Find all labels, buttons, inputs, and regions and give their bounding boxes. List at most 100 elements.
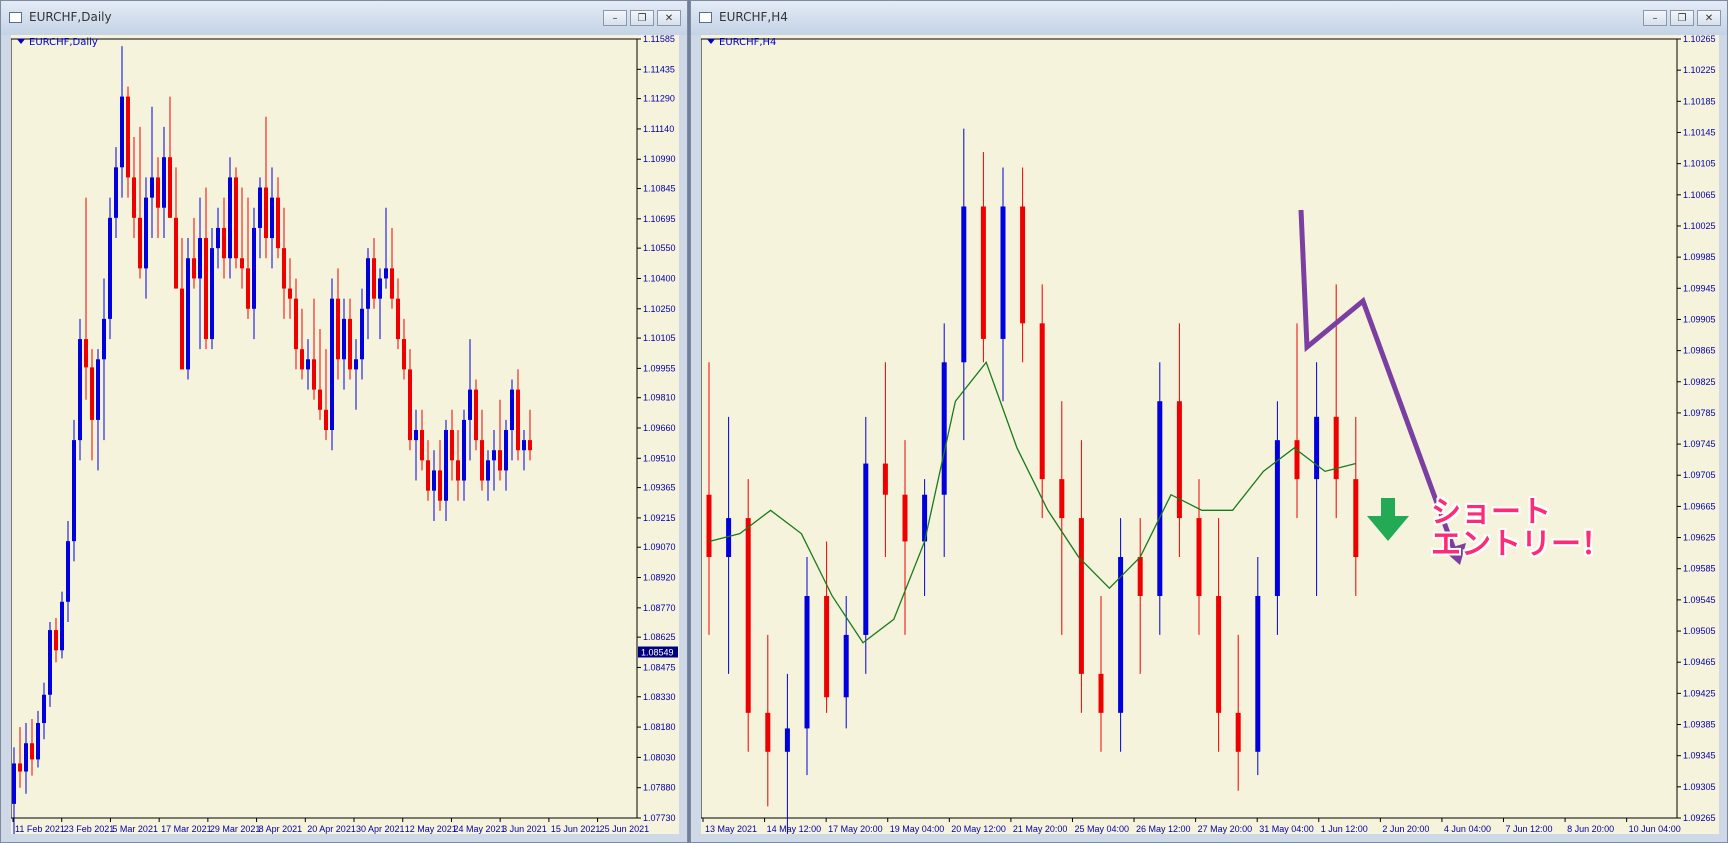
candle-body: [144, 197, 148, 269]
candle-body: [12, 763, 16, 804]
x-tick-label: 26 May 12:00: [1136, 824, 1191, 834]
x-tick-label: 25 Jun 2021: [600, 824, 650, 834]
candle-body: [522, 440, 526, 451]
chart-area[interactable]: 1.11585 1.11435 1.11290 1.11140 1.10990 1.108…: [11, 35, 679, 834]
window-daily[interactable]: EURCHF,Daily – ❐ ✕ 1.11585 1.11435 1.11290…: [0, 0, 688, 843]
candle-body: [210, 248, 214, 340]
x-tick-label: 3 Jun 2021: [502, 824, 547, 834]
chart-symbol-label[interactable]: EURCHF,Daily: [17, 37, 98, 48]
y-tick-label: 1.10105: [1683, 159, 1716, 169]
x-tick-label: 4 Jun 04:00: [1444, 824, 1491, 834]
y-tick-label: 1.09625: [1683, 533, 1716, 543]
candle-body: [276, 197, 280, 249]
y-tick-label: 1.10225: [1683, 65, 1716, 75]
candle-body: [150, 177, 154, 198]
candle-body: [510, 389, 514, 431]
y-tick-label: 1.09945: [1683, 283, 1716, 293]
restore-button[interactable]: ❐: [630, 10, 654, 26]
y-tick-label: 1.09265: [1683, 813, 1716, 823]
y-tick-label: 1.10550: [643, 243, 676, 253]
y-tick-label: 1.08330: [643, 692, 676, 702]
candle-body: [1353, 479, 1359, 558]
candle-body: [426, 460, 430, 491]
x-tick-label: 30 Apr 2021: [356, 824, 405, 834]
y-tick-label: 1.09465: [1683, 657, 1716, 667]
y-tick-label: 1.10025: [1683, 221, 1716, 231]
candle-body: [366, 258, 370, 309]
candle-body: [72, 440, 76, 542]
candle-body: [156, 177, 160, 208]
annotation-line-2: エントリー！: [1431, 527, 1611, 562]
candle-body: [66, 541, 70, 602]
minimize-button[interactable]: –: [1643, 10, 1667, 26]
candle-body: [824, 595, 830, 698]
candle-body: [120, 96, 124, 168]
y-tick-label: 1.10265: [1683, 35, 1716, 44]
x-tick-label: 24 May 2021: [453, 824, 505, 834]
restore-button[interactable]: ❐: [1670, 10, 1694, 26]
candle-body: [318, 389, 322, 410]
daily-candlestick-chart[interactable]: 1.11585 1.11435 1.11290 1.11140 1.10990 1.108…: [11, 35, 679, 834]
window-h4[interactable]: EURCHF,H4 – ❐ ✕ 1.10265 1.10225 1.10185 1.1…: [690, 0, 1728, 843]
dropdown-triangle-icon: [707, 39, 715, 44]
x-tick-label: 15 Jun 2021: [551, 824, 601, 834]
candle-body: [294, 298, 298, 350]
y-tick-label: 1.08770: [643, 603, 676, 613]
candle-body: [54, 630, 58, 651]
minimize-button[interactable]: –: [603, 10, 627, 26]
close-button[interactable]: ✕: [657, 10, 681, 26]
annotation-line-1: ショート: [1431, 495, 1551, 530]
current-price-label: 1.08549: [641, 648, 674, 658]
y-tick-label: 1.09745: [1683, 439, 1716, 449]
x-tick-label: 17 Mar 2021: [161, 824, 212, 834]
y-tick-label: 1.08625: [643, 632, 676, 642]
x-tick-label: 13 May 2021: [705, 824, 757, 834]
candle-body: [306, 359, 310, 370]
candle-body: [804, 595, 810, 729]
candle-body: [745, 518, 751, 713]
candle-body: [414, 430, 418, 441]
x-tick-label: 10 Jun 04:00: [1629, 824, 1681, 834]
candle-body: [1294, 440, 1300, 480]
y-tick-label: 1.10695: [643, 214, 676, 224]
candle-body: [222, 227, 226, 259]
candle-body: [384, 268, 388, 279]
y-tick-label: 1.10145: [1683, 127, 1716, 137]
candle-body: [450, 430, 454, 461]
candle-body: [252, 227, 256, 309]
candle-body: [504, 430, 508, 471]
y-tick-label: 1.08180: [643, 722, 676, 732]
close-button[interactable]: ✕: [1697, 10, 1721, 26]
y-tick-label: 1.09505: [1683, 626, 1716, 636]
candle-body: [1314, 416, 1320, 480]
candle-body: [96, 359, 100, 420]
candle-body: [90, 367, 94, 420]
candle-body: [18, 763, 22, 772]
y-tick-label: 1.10250: [643, 304, 676, 314]
y-tick-label: 1.10185: [1683, 96, 1716, 106]
x-tick-label: 8 Jun 20:00: [1567, 824, 1614, 834]
y-tick-label: 1.09785: [1683, 408, 1716, 418]
y-tick-label: 1.10400: [643, 273, 676, 283]
candle-body: [36, 723, 40, 760]
candle-body: [863, 463, 869, 635]
candle-body: [1039, 323, 1045, 480]
candle-body: [102, 318, 106, 360]
candle-body: [192, 258, 196, 279]
y-tick-label: 1.07880: [643, 783, 676, 793]
candle-body: [1216, 595, 1222, 713]
x-tick-label: 27 May 20:00: [1198, 824, 1253, 834]
chart-area[interactable]: 1.10265 1.10225 1.10185 1.10145 1.10105 1.100…: [701, 35, 1719, 834]
x-tick-label: 14 May 12:00: [767, 824, 822, 834]
y-tick-label: 1.11585: [643, 35, 675, 44]
window-titlebar[interactable]: EURCHF,H4 – ❐ ✕: [691, 1, 1727, 35]
candle-body: [432, 470, 436, 491]
h4-candlestick-chart[interactable]: 1.10265 1.10225 1.10185 1.10145 1.10105 1.100…: [701, 35, 1719, 834]
y-tick-label: 1.09660: [643, 423, 676, 433]
chart-symbol-label[interactable]: EURCHF,H4: [707, 37, 776, 48]
y-tick-label: 1.09215: [643, 513, 676, 523]
x-tick-label: 8 Apr 2021: [259, 824, 303, 834]
plot-border: [701, 38, 1678, 819]
window-titlebar[interactable]: EURCHF,Daily – ❐ ✕: [1, 1, 687, 35]
x-tick-label: 19 May 04:00: [890, 824, 945, 834]
